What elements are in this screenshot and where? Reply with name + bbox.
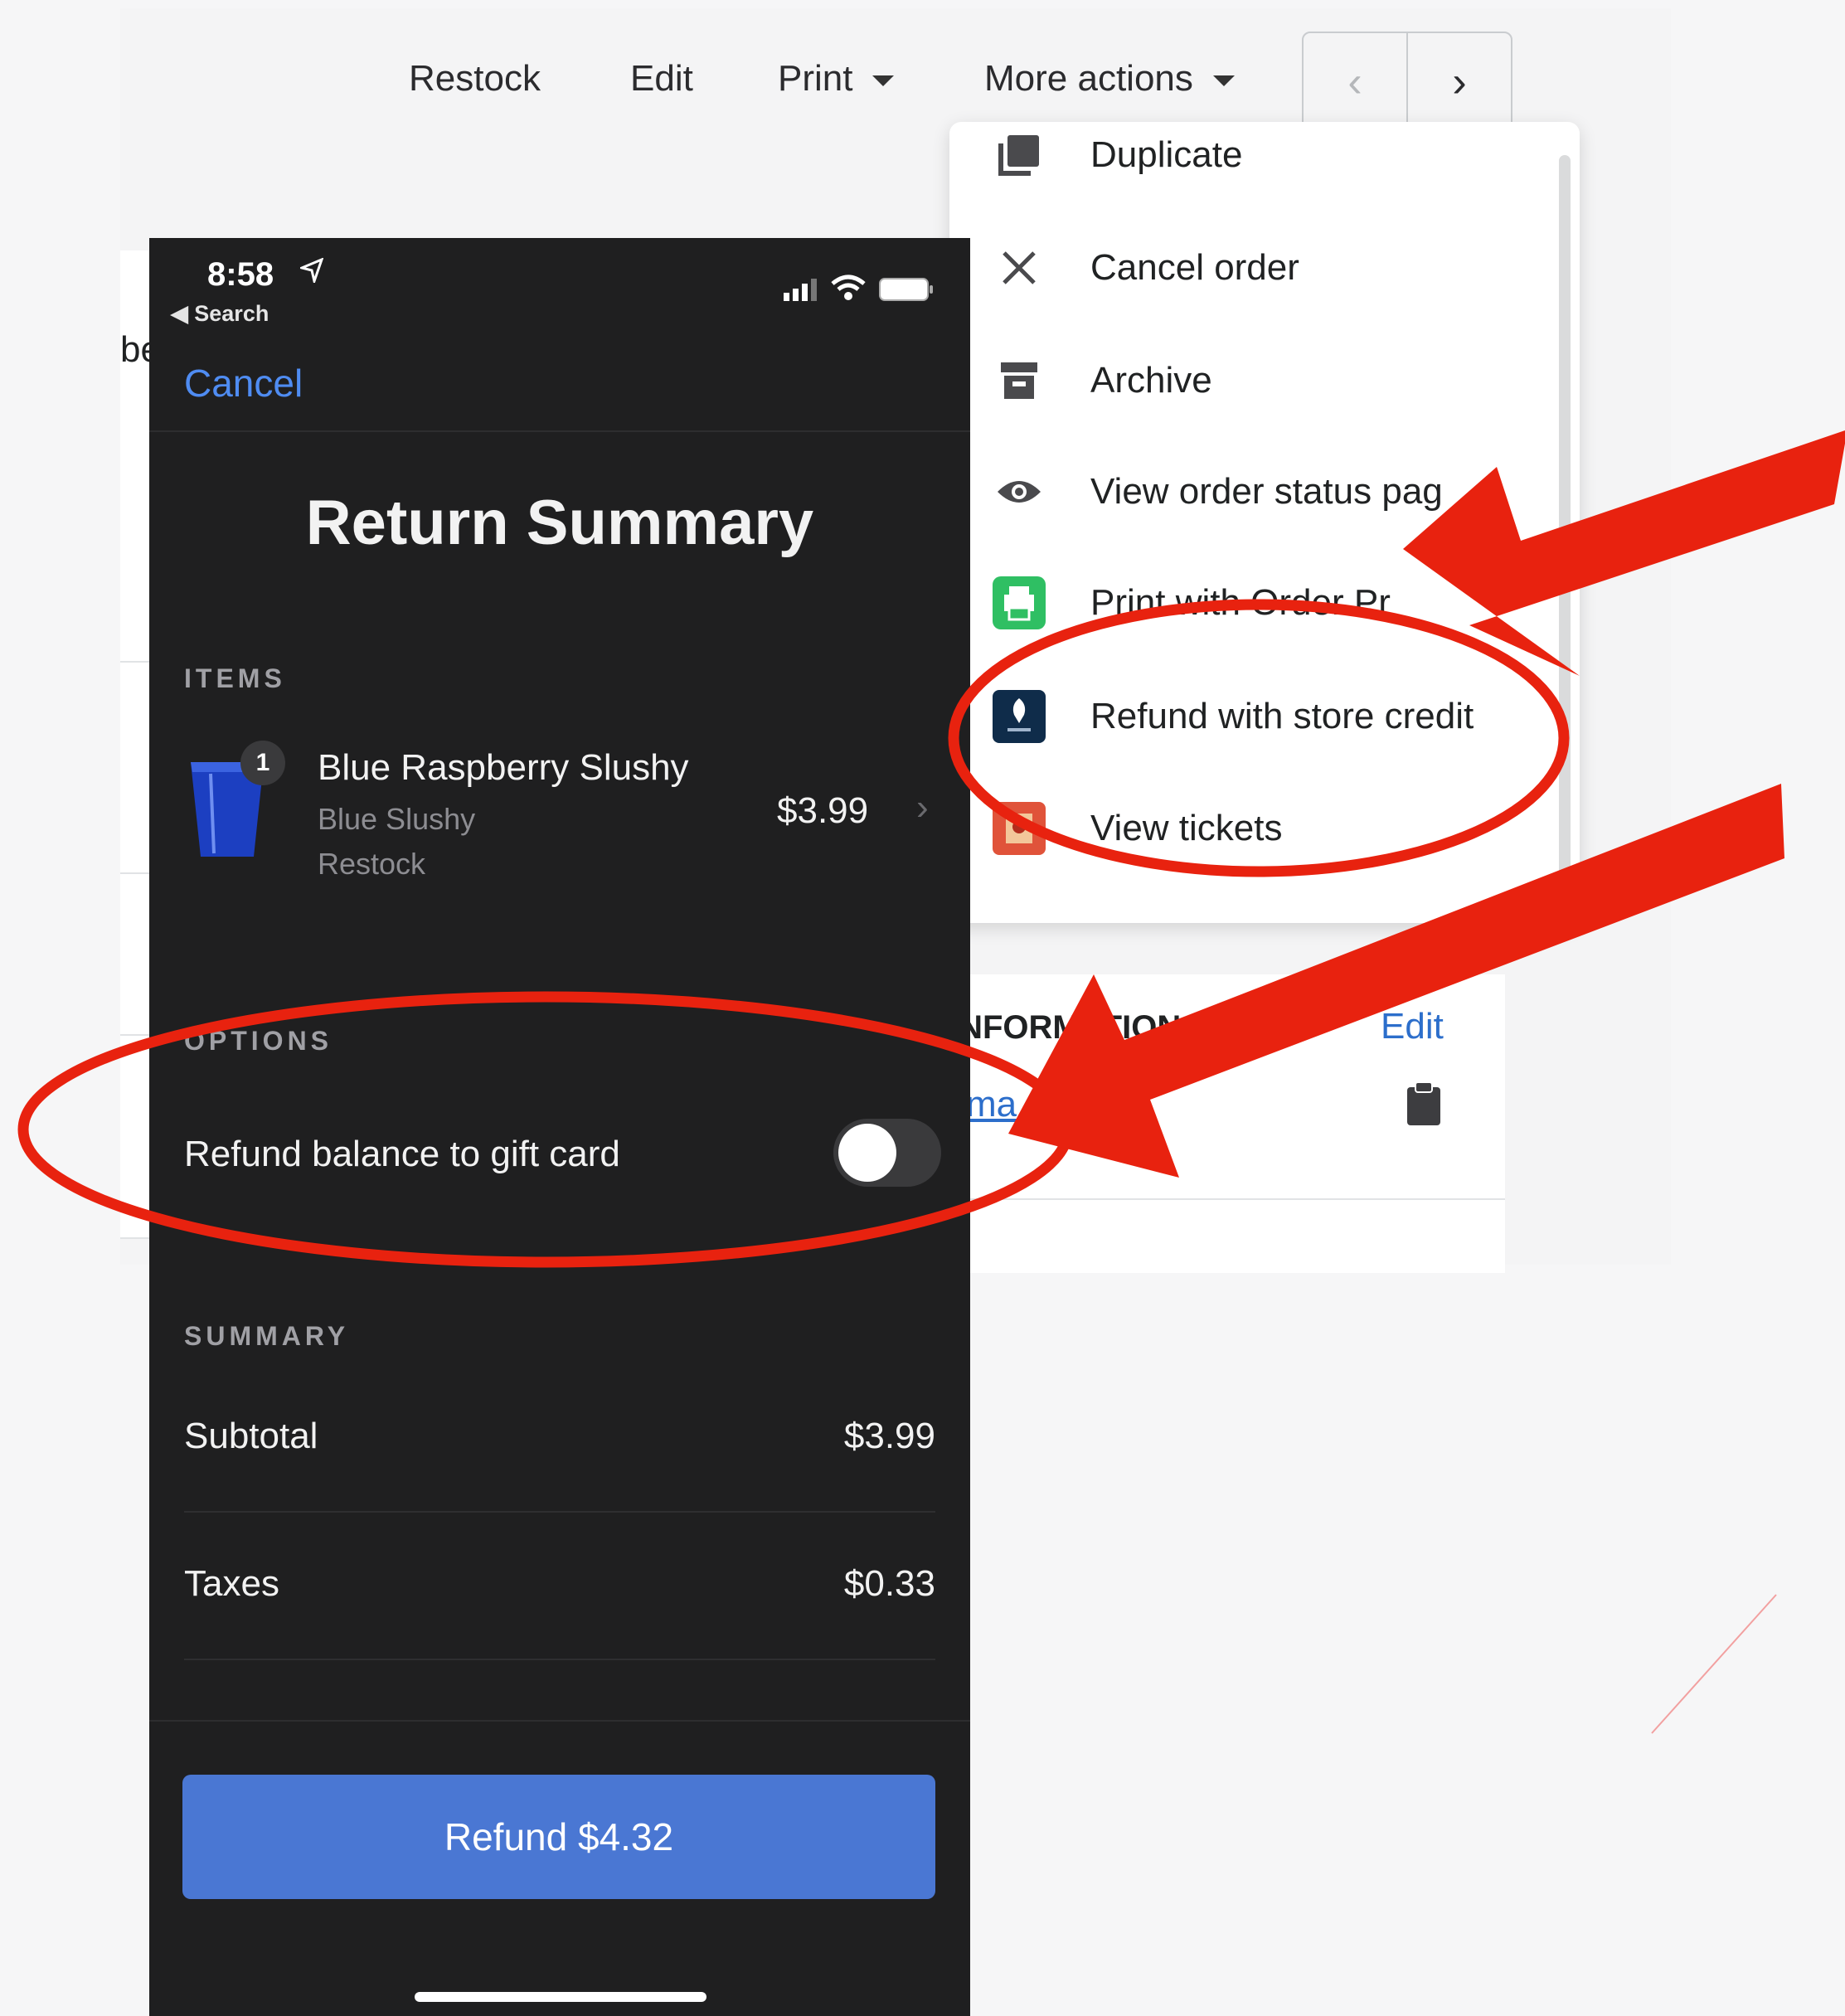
cellular-signal-icon	[784, 278, 818, 305]
menu-item-view-status[interactable]: View order status pag	[949, 454, 1563, 529]
divider	[120, 661, 153, 663]
customer-info-card: INFORMATION Edit ma	[949, 974, 1505, 1273]
duplicate-icon	[993, 129, 1046, 182]
wifi-icon	[831, 274, 866, 305]
home-indicator	[415, 1992, 706, 2002]
item-action: Restock	[318, 847, 426, 881]
store-credit-app-icon	[993, 690, 1046, 743]
menu-item-cancel-order[interactable]: Cancel order	[949, 231, 1563, 305]
divider	[184, 1511, 935, 1513]
archive-icon	[993, 354, 1046, 407]
item-price: $3.99	[777, 790, 869, 831]
clipboard-icon[interactable]	[1406, 1081, 1442, 1131]
chevron-right-icon[interactable]: ›	[1408, 33, 1511, 131]
taxes-value: $0.33	[843, 1563, 935, 1604]
more-actions-button[interactable]: More actions	[984, 58, 1235, 100]
divider	[120, 1034, 153, 1036]
cancel-button[interactable]: Cancel	[184, 361, 303, 406]
refund-button[interactable]: Refund $4.32	[182, 1775, 935, 1899]
status-time: 8:58	[207, 256, 274, 293]
summary-heading: SUMMARY	[184, 1321, 350, 1351]
email-link[interactable]: ma	[966, 1084, 1017, 1125]
decorative-line	[1651, 1594, 1777, 1734]
options-heading: OPTIONS	[184, 1026, 333, 1056]
back-to-search[interactable]: ◀ Search	[171, 301, 269, 327]
refund-to-gift-card-toggle[interactable]	[833, 1119, 941, 1187]
menu-item-label: Refund with store credit	[1090, 696, 1474, 736]
divider	[184, 1659, 935, 1660]
chevron-down-icon	[872, 75, 895, 86]
menu-item-archive[interactable]: Archive	[949, 343, 1563, 418]
divider	[949, 1198, 1505, 1200]
chevron-right-icon: ›	[916, 787, 929, 828]
restock-button[interactable]: Restock	[409, 58, 541, 100]
taxes-label: Taxes	[184, 1563, 279, 1604]
menu-item-duplicate[interactable]: Duplicate	[949, 118, 1563, 192]
more-actions-menu: Duplicate Cancel order Archive View orde…	[949, 122, 1580, 923]
order-card: be	[120, 250, 161, 1239]
location-arrow-icon	[298, 257, 324, 287]
divider	[149, 1720, 970, 1722]
toggle-knob	[838, 1124, 896, 1182]
tickets-app-icon	[993, 802, 1046, 855]
printer-app-icon	[993, 576, 1046, 629]
return-item-row[interactable]: 1 Blue Raspberry Slushy Blue Slushy Rest…	[149, 736, 970, 893]
pos-app-screen: 8:58 ◀ Search Cancel Return Summary ITEM…	[149, 238, 970, 2016]
menu-scrollbar[interactable]	[1559, 155, 1571, 901]
menu-item-label: View tickets	[1090, 808, 1283, 848]
menu-item-label: Cancel order	[1090, 247, 1299, 288]
divider	[149, 430, 970, 432]
menu-item-label: Duplicate	[1090, 134, 1243, 175]
menu-item-refund-store-credit[interactable]: Refund with store credit	[949, 679, 1563, 754]
close-icon	[993, 241, 1046, 294]
more-actions-label: More actions	[984, 58, 1193, 99]
chevron-down-icon	[1212, 75, 1235, 86]
item-variant: Blue Slushy	[318, 802, 476, 836]
eye-icon	[993, 465, 1046, 518]
chevron-left-icon[interactable]: ‹	[1304, 33, 1408, 131]
print-label: Print	[778, 58, 853, 99]
menu-item-label: Archive	[1090, 360, 1212, 401]
subtotal-value: $3.99	[843, 1416, 935, 1456]
subtotal-label: Subtotal	[184, 1416, 318, 1456]
divider	[120, 872, 153, 874]
menu-item-view-tickets[interactable]: View tickets	[949, 791, 1563, 866]
item-name: Blue Raspberry Slushy	[318, 747, 689, 788]
items-heading: ITEMS	[184, 663, 286, 693]
print-button[interactable]: Print	[778, 58, 895, 100]
menu-item-label: Print with Order Pr	[1090, 582, 1391, 623]
battery-icon	[879, 278, 934, 305]
info-edit-link[interactable]: Edit	[1381, 1006, 1444, 1047]
menu-item-label: View order status pag	[1090, 471, 1443, 512]
refund-button-label: Refund $4.32	[444, 1815, 674, 1858]
edit-button[interactable]: Edit	[630, 58, 693, 100]
info-heading: INFORMATION	[949, 1009, 1182, 1046]
refund-to-gift-card-label: Refund balance to gift card	[184, 1134, 620, 1174]
menu-item-print-with-order[interactable]: Print with Order Pr	[949, 566, 1563, 640]
page-title: Return Summary	[305, 488, 814, 558]
quantity-badge: 1	[240, 741, 285, 785]
